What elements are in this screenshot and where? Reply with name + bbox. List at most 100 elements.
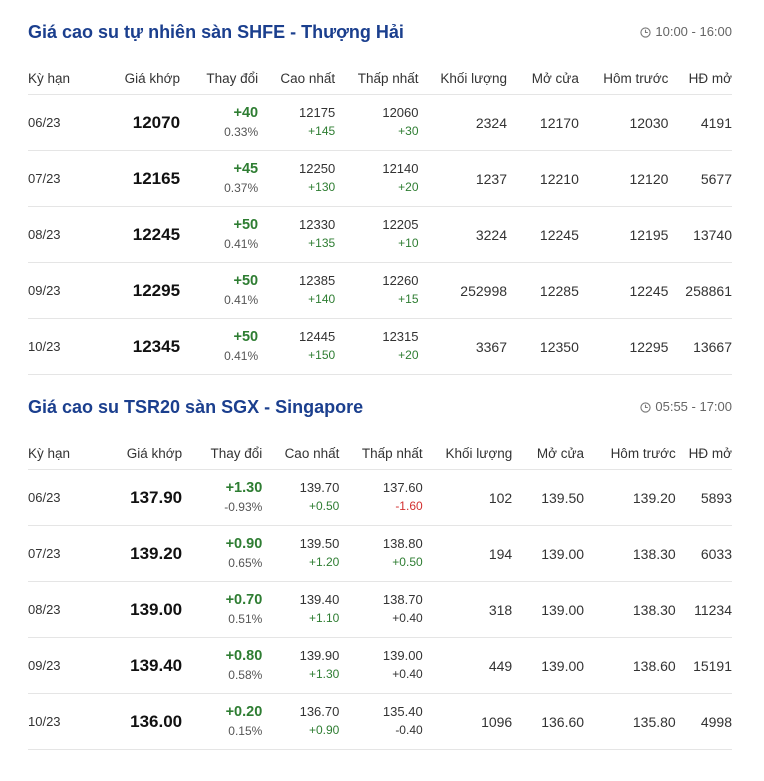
change-percent: 0.33% <box>224 125 259 140</box>
term-cell: 08/23 <box>28 581 93 638</box>
low-stack: 12315 +20 <box>335 328 418 364</box>
change-cell: +50 0.41% <box>180 262 259 319</box>
high-stack: 12250 +130 <box>258 160 335 196</box>
high-cell: 12175 +145 <box>258 94 336 151</box>
clock-icon <box>640 26 652 38</box>
high-stack: 139.50 +1.20 <box>262 535 340 571</box>
table-row: 06/23 137.90 +1.30 -0.93% 139.70 +0.50 137.60 -… <box>28 469 732 526</box>
trading-hours-text: 05:55 - 17:00 <box>655 398 732 414</box>
high-change: +0.50 <box>308 499 340 514</box>
low-value: 12205 <box>382 217 419 233</box>
column-header-volume: Khối lượng <box>422 437 513 470</box>
section-title: Giá cao su TSR20 sàn SGX - Singapore <box>28 396 364 417</box>
volume-cell: 1237 <box>418 150 508 207</box>
volume-cell: 3224 <box>418 206 508 263</box>
change-percent: -0.93% <box>224 500 263 515</box>
change-cell: +40 0.33% <box>180 94 259 151</box>
change-value: +0.80 <box>225 648 263 665</box>
previous-cell: 138.30 <box>584 525 676 582</box>
change-value: +50 <box>233 273 259 290</box>
table-row: 09/23 139.40 +0.80 0.58% 139.90 +1.30 139.00 +0… <box>28 637 732 694</box>
high-value: 136.70 <box>299 704 340 720</box>
low-value: 138.70 <box>382 592 423 608</box>
table-body: 06/23 12070 +40 0.33% 12175 +145 12060 +30 2324 1… <box>28 94 732 375</box>
change-stack: +0.70 0.51% <box>182 590 263 628</box>
change-stack: +45 0.37% <box>180 159 258 197</box>
price-cell: 139.00 <box>92 581 183 638</box>
change-percent: 0.41% <box>224 237 259 252</box>
header-row: Kỳ hạn Giá khớp Thay đổi Cao nhất Thấp nhất K… <box>28 437 732 470</box>
high-change: +135 <box>308 236 336 251</box>
trading-hours-text: 10:00 - 16:00 <box>655 23 732 39</box>
low-change: +20 <box>398 348 419 363</box>
high-value: 139.40 <box>299 592 340 608</box>
volume-cell: 1096 <box>422 693 513 750</box>
change-value: +0.90 <box>225 536 263 553</box>
previous-cell: 135.80 <box>584 693 676 750</box>
previous-cell: 138.30 <box>584 581 676 638</box>
price-cell: 12070 <box>92 94 181 151</box>
term-cell: 09/23 <box>28 262 93 319</box>
clock-icon <box>640 401 652 413</box>
change-value: +40 <box>233 105 259 122</box>
column-header-prev: Hôm trước <box>578 62 669 95</box>
high-cell: 139.50 +1.20 <box>262 525 340 582</box>
high-stack: 12385 +140 <box>258 272 335 308</box>
open-cell: 12170 <box>507 94 579 151</box>
low-change: +0.40 <box>392 667 423 682</box>
previous-cell: 139.20 <box>584 469 676 526</box>
column-header-open-interest: HĐ mở <box>668 62 732 95</box>
low-change: +0.40 <box>392 611 423 626</box>
column-header-low: Thấp nhất <box>335 62 419 95</box>
page-root: Giá cao su tự nhiên sàn SHFE - Thượng Hả… <box>0 0 764 750</box>
volume-cell: 194 <box>422 525 513 582</box>
change-cell: +1.30 -0.93% <box>182 469 263 526</box>
low-value: 135.40 <box>382 704 423 720</box>
high-change: +130 <box>308 180 336 195</box>
low-stack: 12060 +30 <box>335 104 418 140</box>
high-change: +150 <box>308 348 336 363</box>
header-row: Kỳ hạn Giá khớp Thay đổi Cao nhất Thấp nhất K… <box>28 62 732 95</box>
low-cell: 139.00 +0.40 <box>339 637 423 694</box>
column-header-prev: Hôm trước <box>584 437 676 470</box>
open-cell: 12285 <box>507 262 579 319</box>
low-cell: 12315 +20 <box>335 318 419 375</box>
open-interest-cell: 15191 <box>675 637 732 694</box>
high-stack: 136.70 +0.90 <box>262 703 340 739</box>
volume-cell: 3367 <box>418 318 508 375</box>
volume-cell: 102 <box>422 469 513 526</box>
low-value: 12315 <box>382 329 419 345</box>
column-header-high: Cao nhất <box>262 437 340 470</box>
open-interest-cell: 4998 <box>675 693 732 750</box>
change-value: +0.20 <box>225 704 263 721</box>
term-cell: 07/23 <box>28 525 93 582</box>
trading-hours: 05:55 - 17:00 <box>640 399 732 414</box>
high-stack: 12445 +150 <box>258 328 335 364</box>
low-change: +10 <box>398 236 419 251</box>
change-stack: +1.30 -0.93% <box>182 478 262 516</box>
open-interest-cell: 258861 <box>668 262 732 319</box>
low-stack: 138.70 +0.40 <box>339 591 423 627</box>
low-stack: 12205 +10 <box>335 216 418 252</box>
low-change: +30 <box>398 124 419 139</box>
high-cell: 12250 +130 <box>258 150 336 207</box>
table-body: 06/23 137.90 +1.30 -0.93% 139.70 +0.50 137.60 -… <box>28 469 732 750</box>
high-change: +1.10 <box>308 611 340 626</box>
open-cell: 136.60 <box>512 693 585 750</box>
low-cell: 138.80 +0.50 <box>339 525 423 582</box>
high-value: 12445 <box>299 329 336 345</box>
low-cell: 12140 +20 <box>335 150 419 207</box>
price-table: Kỳ hạn Giá khớp Thay đổi Cao nhất Thấp nhất K… <box>28 437 732 750</box>
term-cell: 06/23 <box>28 469 93 526</box>
high-value: 12250 <box>299 161 336 177</box>
column-header-price: Giá khớp <box>92 62 181 95</box>
change-percent: 0.15% <box>228 724 263 739</box>
table-row: 10/23 136.00 +0.20 0.15% 136.70 +0.90 135.40 -0… <box>28 693 732 750</box>
previous-cell: 138.60 <box>584 637 676 694</box>
low-stack: 137.60 -1.60 <box>339 479 423 515</box>
open-cell: 12350 <box>507 318 579 375</box>
open-cell: 12210 <box>507 150 579 207</box>
low-cell: 12205 +10 <box>335 206 419 263</box>
column-header-change: Thay đổi <box>180 62 259 95</box>
change-stack: +50 0.41% <box>180 327 258 365</box>
